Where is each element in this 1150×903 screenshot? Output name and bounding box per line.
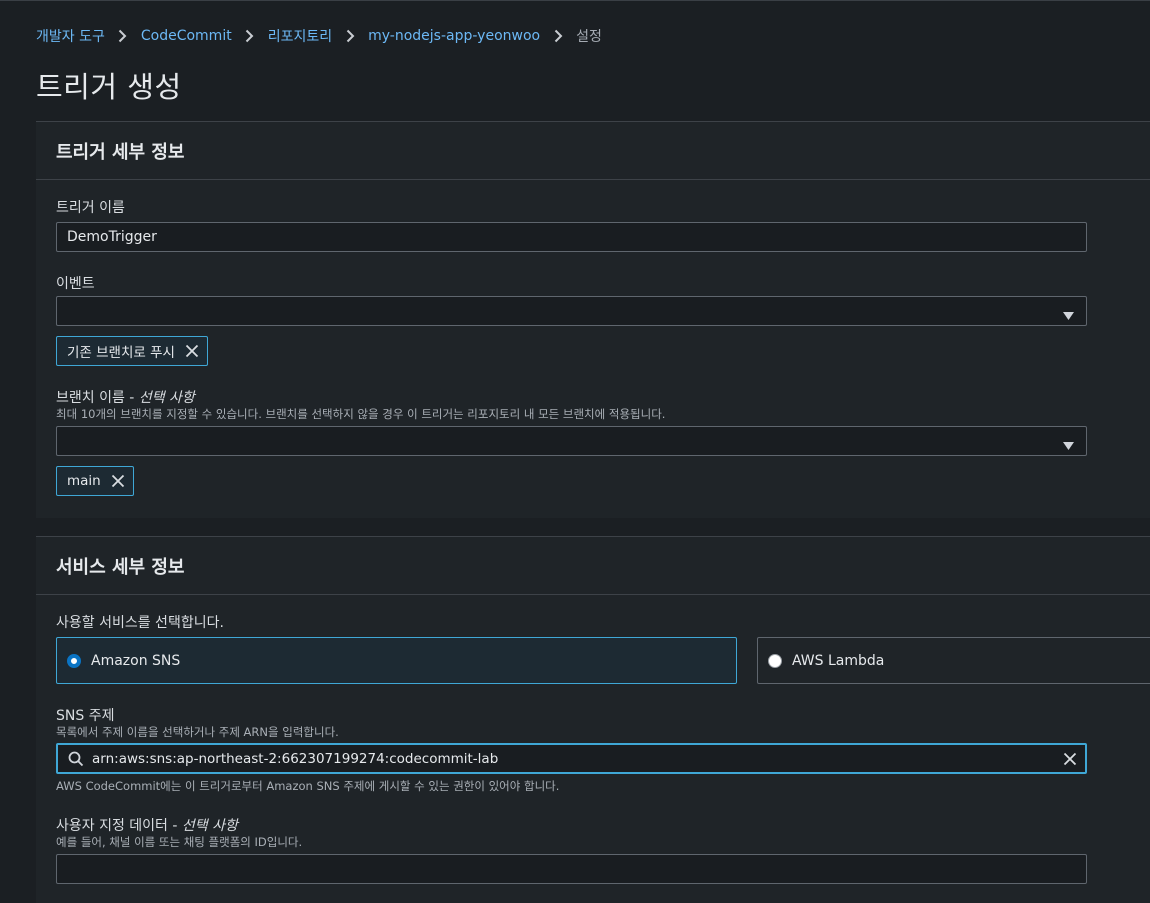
sns-permission-note: AWS CodeCommit에는 이 트리거로부터 Amazon SNS 주제에… [56, 779, 560, 793]
breadcrumb: 개발자 도구 CodeCommit 리포지토리 my-nodejs-app-ye… [36, 26, 602, 46]
sns-topic-value: arn:aws:sns:ap-northeast-2:662307199274:… [92, 750, 499, 767]
trigger-details-heading: 트리거 세부 정보 [56, 141, 185, 163]
sns-topic-description: 목록에서 주제 이름을 선택하거나 주제 ARN을 입력합니다. [56, 725, 339, 739]
chevron-right-icon [332, 29, 368, 43]
service-option-lambda[interactable]: AWS Lambda [757, 637, 1150, 684]
chevron-right-icon [540, 29, 576, 43]
close-icon[interactable] [1063, 752, 1077, 766]
service-details-heading: 서비스 세부 정보 [56, 556, 185, 578]
close-icon[interactable] [111, 474, 125, 488]
page: 개발자 도구 CodeCommit 리포지토리 my-nodejs-app-ye… [0, 0, 1150, 903]
events-token: 기존 브랜치로 푸시 [56, 336, 208, 366]
top-divider [0, 0, 1150, 1]
service-option-lambda-label: AWS Lambda [792, 652, 885, 669]
radio-selected-icon [67, 653, 81, 668]
branch-token-label: main [67, 473, 101, 489]
events-select[interactable] [56, 296, 1087, 326]
service-choose-label: 사용할 서비스를 선택합니다. [56, 615, 224, 631]
trigger-details-panel: 트리거 세부 정보 트리거 이름 DemoTrigger 이벤트 기존 브랜치로… [36, 121, 1150, 518]
branch-select[interactable] [56, 426, 1087, 456]
events-token-label: 기존 브랜치로 푸시 [67, 345, 175, 361]
custom-data-optional-text: 선택 사항 [181, 818, 238, 834]
branch-name-label-text: 브랜치 이름 - [56, 390, 135, 406]
breadcrumb-repository-name[interactable]: my-nodejs-app-yeonwoo [368, 28, 540, 44]
close-icon[interactable] [185, 344, 199, 358]
caret-down-icon [1063, 438, 1074, 454]
service-details-header: 서비스 세부 정보 [36, 537, 1150, 595]
trigger-name-value: DemoTrigger [67, 229, 157, 245]
custom-data-description: 예를 들어, 채널 이름 또는 채팅 플랫폼의 ID입니다. [56, 835, 303, 849]
branch-optional-text: 선택 사항 [138, 390, 195, 406]
caret-down-icon [1063, 308, 1074, 324]
breadcrumb-current: 설정 [576, 29, 602, 45]
sns-topic-label: SNS 주제 [56, 708, 115, 724]
branch-name-label: 브랜치 이름 - 선택 사항 [56, 387, 195, 407]
trigger-name-label: 트리거 이름 [56, 200, 125, 216]
events-label: 이벤트 [56, 276, 95, 292]
custom-data-input[interactable] [56, 854, 1087, 884]
radio-unselected-icon [768, 653, 782, 668]
custom-data-label: 사용자 지정 데이터 - 선택 사항 [56, 815, 238, 835]
chevron-right-icon [105, 29, 141, 43]
chevron-right-icon [232, 29, 268, 43]
page-title: 트리거 생성 [36, 70, 182, 104]
breadcrumb-codecommit[interactable]: CodeCommit [141, 28, 232, 44]
trigger-name-input[interactable]: DemoTrigger [56, 222, 1087, 252]
search-icon [68, 751, 84, 767]
breadcrumb-developer-tools[interactable]: 개발자 도구 [36, 26, 105, 46]
custom-data-label-text: 사용자 지정 데이터 - [56, 818, 178, 834]
breadcrumb-repositories[interactable]: 리포지토리 [268, 26, 332, 46]
service-option-sns-label: Amazon SNS [91, 652, 181, 669]
trigger-details-header: 트리거 세부 정보 [36, 122, 1150, 180]
branch-token: main [56, 466, 134, 496]
service-option-sns[interactable]: Amazon SNS [56, 637, 737, 684]
sns-topic-search-input[interactable]: arn:aws:sns:ap-northeast-2:662307199274:… [56, 743, 1087, 774]
branch-description: 최대 10개의 브랜치를 지정할 수 있습니다. 브랜치를 선택하지 않을 경우… [56, 407, 666, 421]
service-details-panel: 서비스 세부 정보 사용할 서비스를 선택합니다. Amazon SNS AWS… [36, 536, 1150, 903]
